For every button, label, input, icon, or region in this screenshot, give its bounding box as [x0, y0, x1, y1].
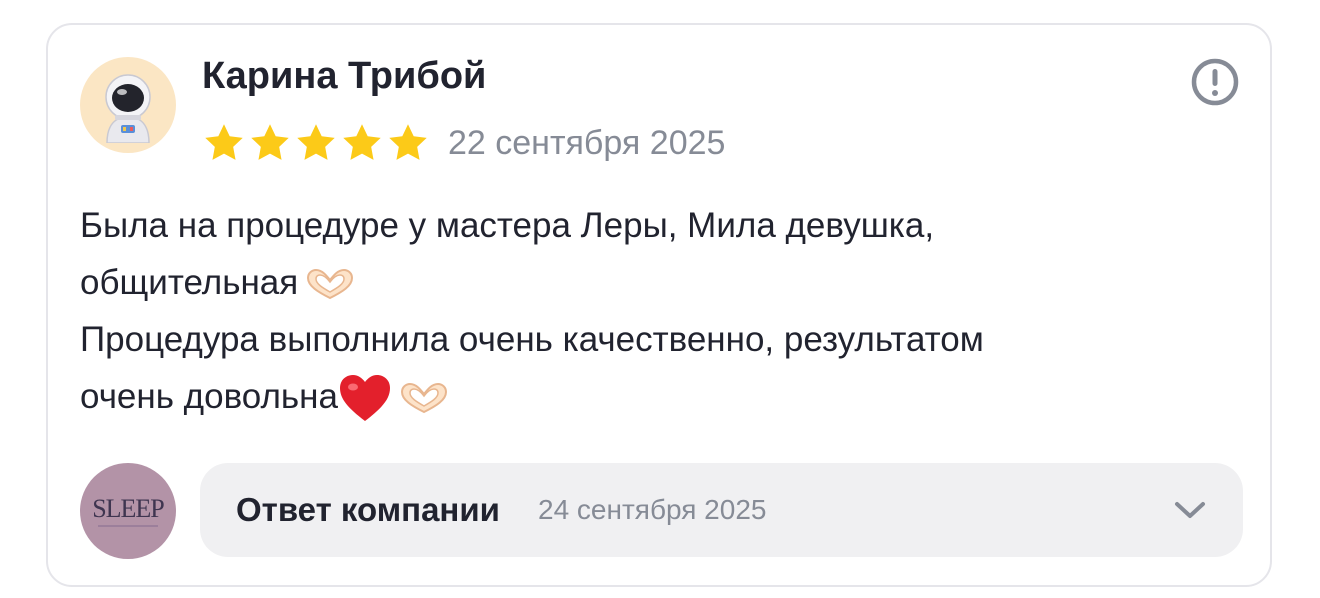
review-text-line: очень довольна	[80, 377, 338, 416]
review-text-line-wrap: общительная	[80, 254, 1220, 311]
star-icon	[343, 124, 381, 160]
review-text-line: Процедура выполнила очень качественно, р…	[80, 320, 984, 359]
review-card: Карина Трибой 22 сентября 2025 Была на п…	[46, 23, 1272, 587]
star-icon	[205, 124, 243, 160]
review-text: Была на процедуре у мастера Леры, Мила д…	[80, 197, 1220, 425]
chevron-down-icon	[1175, 502, 1205, 518]
rating-stars	[202, 121, 430, 165]
review-text-line-wrap: очень довольна	[80, 368, 1220, 425]
company-reply-label: Ответ компании	[236, 491, 500, 528]
heart-hands-emoji	[307, 268, 354, 299]
star-icon	[297, 124, 335, 160]
review-text-line: Была на процедуре у мастера Леры, Мила д…	[80, 206, 935, 245]
exclamation-circle-icon	[1191, 58, 1239, 106]
star-icon	[251, 124, 289, 160]
review-date: 22 сентября 2025	[448, 124, 726, 162]
company-reply-date: 24 сентября 2025	[538, 494, 767, 525]
review-text-line: общительная	[80, 263, 299, 302]
heart-hands-emoji	[400, 382, 447, 413]
company-logo-underline	[98, 524, 158, 527]
author-name[interactable]: Карина Трибой	[202, 55, 486, 98]
red-heart-emoji	[339, 374, 390, 421]
company-reply-toggle[interactable]: Ответ компании 24 сентября 2025	[200, 463, 1243, 557]
company-logo: SLEEP	[92, 493, 165, 523]
company-avatar[interactable]: SLEEP	[80, 463, 176, 559]
report-button[interactable]	[1190, 57, 1240, 107]
astronaut-icon	[105, 74, 151, 143]
star-icon	[389, 124, 427, 160]
author-avatar[interactable]	[80, 57, 176, 153]
